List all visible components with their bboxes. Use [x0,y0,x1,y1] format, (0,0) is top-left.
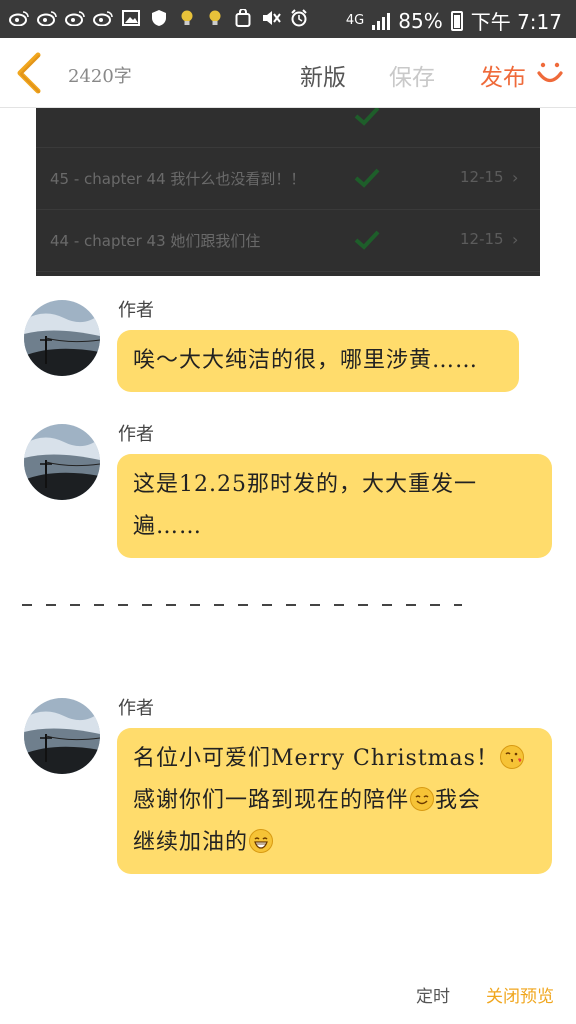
check-icon [354,168,380,188]
screenshot-row: 45 - chapter 44 我什么也没看到！！ 12-15 › [36,148,540,210]
image-icon [120,7,142,29]
mute-icon [260,7,282,29]
screenshot-row-partial [36,108,540,148]
avatar[interactable] [24,300,100,376]
message-bubble: 这是12.25那时发的，大大重发一 遍…… [117,454,552,558]
chapter-title: 45 - chapter 44 我什么也没看到！！ [50,170,306,188]
battery-percent: 85% [398,8,443,33]
author-label: 作者 [118,300,154,321]
message-text-line: 感谢你们一路到现在的陪伴 我会 [133,780,536,822]
message-text: 感谢你们一路到现在的陪伴 [133,788,410,813]
message-text: 继续加油的 [133,830,249,855]
avatar[interactable] [24,424,100,500]
chapter-list-screenshot: 45 - chapter 44 我什么也没看到！！ 12-15 › 44 - c… [36,108,540,276]
save-button[interactable]: 保存 [389,58,435,92]
battery-icon [450,10,463,31]
message-text: 唉～大大纯洁的很，哪里涉黄…… [133,348,479,373]
dashed-divider [22,604,462,606]
status-right: 4G 85% 下午 7:17 [346,6,562,35]
grin-emoji-icon [249,829,274,853]
chevron-right-icon: › [512,230,519,249]
message-bubble: 唉～大大纯洁的很，哪里涉黄…… [117,330,519,392]
bulb-icon [176,7,198,29]
chevron-left-icon [17,52,41,94]
message-text-line: 继续加油的 [133,822,536,864]
publish-button[interactable]: 发布 [480,58,526,92]
check-icon [354,230,380,250]
back-button[interactable] [10,50,50,96]
smile-icon[interactable] [536,60,564,88]
clock: 下午 7:17 [470,10,562,34]
editor-toolbar: 2420字 新版 保存 发布 [0,38,576,108]
shield-icon [148,7,170,29]
smile-emoji-icon [410,787,435,811]
chevron-right-icon: › [512,168,519,187]
notification-icons [8,7,310,29]
message-text: 名位小可爱们Merry Christmas！ [133,746,499,771]
message-text-line: 这是12.25那时发的，大大重发一 [133,472,477,497]
alarm-icon [288,7,310,29]
status-bar: 4G 85% 下午 7:17 [0,0,576,38]
close-preview-button[interactable]: 关闭预览 [486,982,554,1007]
network-type: 4G [345,13,365,28]
chapter-date: 12-15 [460,168,504,186]
message-text-line: 遍…… [133,514,203,539]
author-label: 作者 [118,424,154,445]
weibo-icon [8,7,30,29]
bulb-icon [204,7,226,29]
weibo-icon [64,7,86,29]
screenshot-row: 44 - chapter 43 她们跟我们住 12-15 › [36,210,540,272]
avatar[interactable] [24,698,100,774]
bag-icon [232,7,254,29]
kiss-emoji-icon [499,745,524,769]
message-text: 我会 [435,788,482,813]
check-icon [354,108,380,126]
message-text-line: 名位小可爱们Merry Christmas！ [133,738,536,780]
word-count: 2420字 [68,66,132,87]
new-version-button[interactable]: 新版 [300,58,346,92]
schedule-button[interactable]: 定时 [416,982,450,1007]
chapter-date: 12-15 [460,230,504,248]
signal-icon [372,12,391,30]
chapter-title: 44 - chapter 43 她们跟我们住 [50,232,261,250]
weibo-icon [36,7,58,29]
message-bubble: 名位小可爱们Merry Christmas！ 感谢你们一路到现在的陪伴 我会 继续… [117,728,552,874]
weibo-icon [92,7,114,29]
author-label: 作者 [118,698,154,719]
